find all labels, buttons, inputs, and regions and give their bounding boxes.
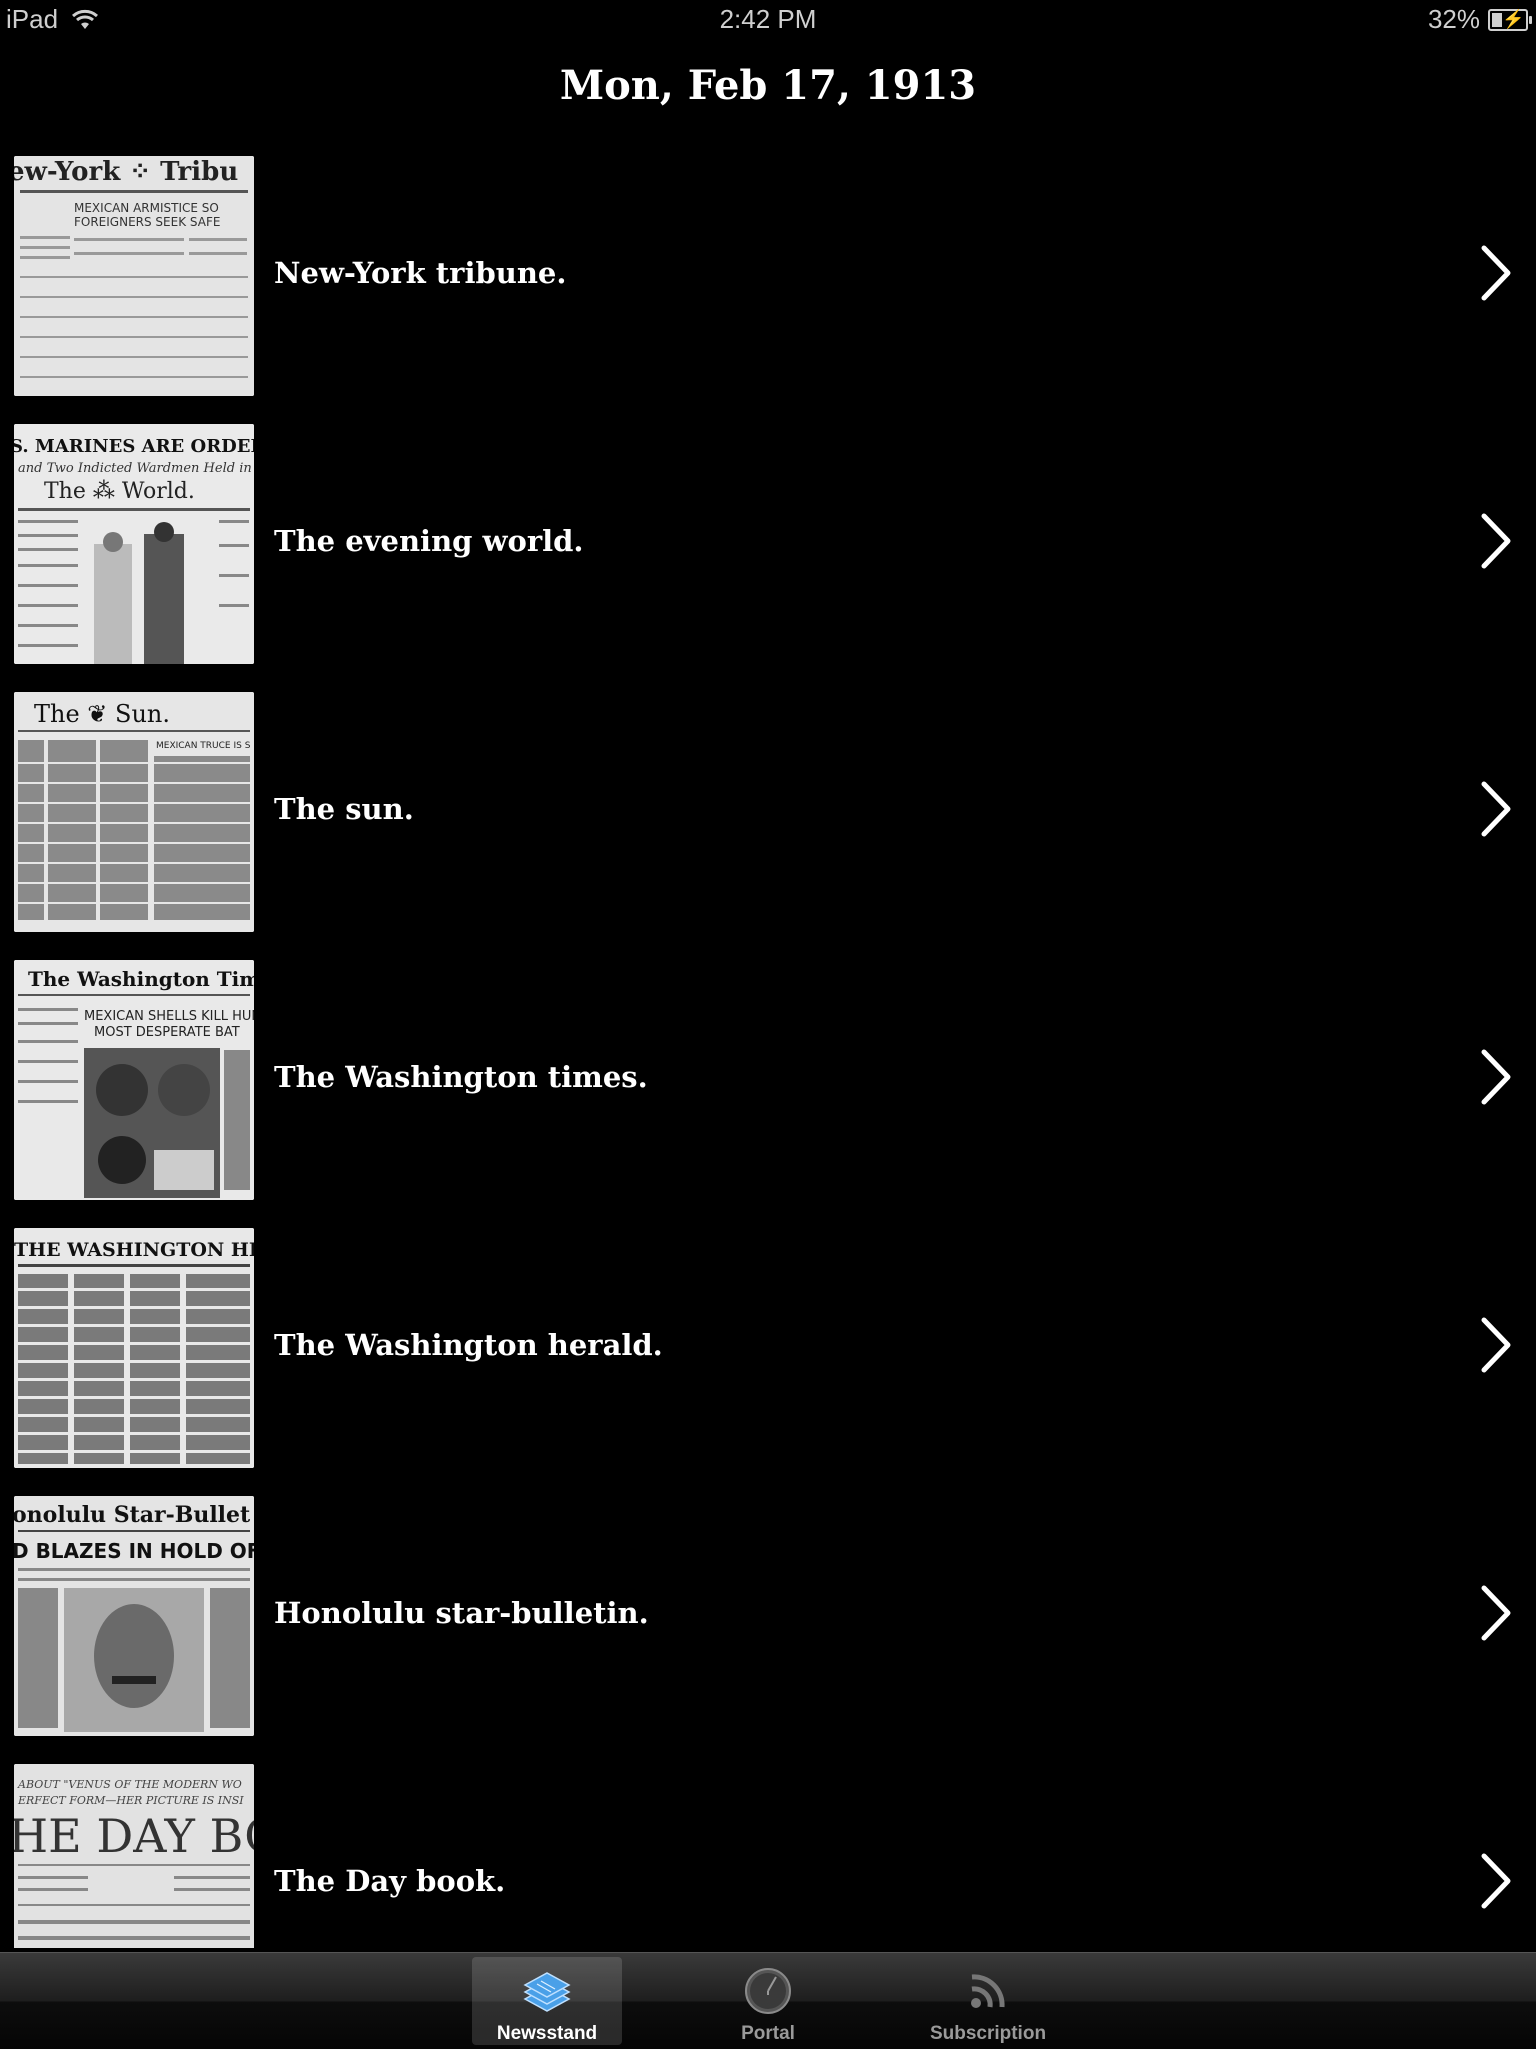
tab-newsstand[interactable]: Newsstand [472,1957,622,2045]
chevron-right-icon [1481,781,1511,837]
tab-label: Newsstand [496,2023,598,2044]
newspaper-thumbnail: ABOUT "VENUS OF THE MODERN WO ERFECT FOR… [14,1764,254,1948]
status-bar: iPad 2:42 PM 32% ⚡ [0,0,1536,40]
svg-text:D BLAZES IN HOLD OF MAU: D BLAZES IN HOLD OF MAU [14,1539,254,1563]
svg-text:onolulu Star-Bullet: onolulu Star-Bullet [14,1502,251,1528]
battery-percent: 32% [1427,4,1480,34]
newspaper-thumbnail: ew-York ⁘ Tribu MEXICAN ARMISTICE SO FOR… [14,156,254,396]
newspaper-row-honolulu-star-bulletin[interactable]: onolulu Star-Bullet D BLAZES IN HOLD OF … [0,1488,1536,1756]
newspaper-row-evening-world[interactable]: S. MARINES ARE ORDERED FOR and Two Indic… [0,416,1536,684]
chevron-right-icon [1481,1317,1511,1373]
newspaper-thumbnail: The ❦ Sun. MEXICAN TRUCE IS S [14,692,254,932]
newspaper-row-new-york-tribune[interactable]: ew-York ⁘ Tribu MEXICAN ARMISTICE SO FOR… [0,148,1536,416]
tab-subscription[interactable]: Subscription [913,1957,1063,2045]
newspaper-row-the-sun[interactable]: The ❦ Sun. MEXICAN TRUCE IS S The sun. [0,684,1536,952]
chevron-right-icon [1481,245,1511,301]
newspaper-thumbnail: onolulu Star-Bullet D BLAZES IN HOLD OF … [14,1496,254,1736]
newspaper-thumbnail: The Washington Times MEXICAN SHELLS KILL… [14,960,254,1200]
status-right: 32% ⚡ [1427,4,1532,35]
battery-icon: ⚡ [1488,8,1532,31]
svg-text:THE WASHINGTON HERALD: THE WASHINGTON HERALD [14,1239,254,1261]
newspaper-row-day-book[interactable]: ABOUT "VENUS OF THE MODERN WO ERFECT FOR… [0,1756,1536,1948]
tab-label: Portal [741,2023,795,2044]
svg-text:HE DAY BOO: HE DAY BOO [14,1809,254,1863]
svg-text:and Two Indicted Wardmen Held: and Two Indicted Wardmen Held in H [18,461,254,476]
chevron-right-icon [1481,1585,1511,1641]
svg-text:ERFECT FORM—HER PICTURE IS INS: ERFECT FORM—HER PICTURE IS INSI [17,1794,244,1807]
newspaper-title: Honolulu star-bulletin. [274,1596,649,1630]
newspaper-title: The Washington herald. [274,1328,663,1362]
newspaper-title: The sun. [274,792,414,826]
newspaper-title: The evening world. [274,524,584,558]
svg-text:MEXICAN ARMISTICE SO: MEXICAN ARMISTICE SO [74,201,219,215]
svg-text:S. MARINES ARE ORDERED FOR: S. MARINES ARE ORDERED FOR [14,436,254,457]
svg-text:The ⁂ World.: The ⁂ World. [44,479,195,504]
newspaper-row-washington-herald[interactable]: THE WASHINGTON HERALD The Washington her [0,1220,1536,1488]
rss-icon [971,1974,1005,2008]
newspaper-thumbnail: S. MARINES ARE ORDERED FOR and Two Indic… [14,424,254,664]
newspaper-thumbnail: THE WASHINGTON HERALD [14,1228,254,1468]
svg-text:MOST DESPERATE BAT: MOST DESPERATE BAT [94,1025,240,1040]
chevron-right-icon [1481,1049,1511,1105]
chevron-right-icon [1481,513,1511,569]
svg-text:MEXICAN SHELLS KILL HUN: MEXICAN SHELLS KILL HUN [84,1009,254,1024]
tab-bar: Newsstand Portal Subscription [0,1952,1536,2049]
newsstand-icon [523,1972,571,2012]
svg-text:The ❦ Sun.: The ❦ Sun. [34,700,170,728]
newspaper-row-washington-times[interactable]: The Washington Times MEXICAN SHELLS KILL… [0,952,1536,1220]
portal-clock-icon [745,1968,791,2014]
page-title: Mon, Feb 17, 1913 [559,62,977,109]
newspaper-title: The Day book. [274,1864,506,1898]
newspaper-list: ew-York ⁘ Tribu MEXICAN ARMISTICE SO FOR… [0,148,1536,1948]
status-time: 2:42 PM [719,4,817,34]
svg-text:The Washington Times: The Washington Times [28,967,254,991]
svg-text:MEXICAN TRUCE IS S: MEXICAN TRUCE IS S [156,741,251,751]
chevron-right-icon [1481,1853,1511,1909]
newspaper-title: The Washington times. [274,1060,648,1094]
tab-portal[interactable]: Portal [693,1957,843,2045]
tab-label: Subscription [929,2023,1047,2044]
svg-text:ew-York ⁘ Tribu: ew-York ⁘ Tribu [14,157,238,187]
newspaper-title: New-York tribune. [274,256,567,290]
svg-text:FOREIGNERS SEEK SAFE: FOREIGNERS SEEK SAFE [74,215,220,229]
svg-text:ABOUT "VENUS OF THE MODERN WO: ABOUT "VENUS OF THE MODERN WO [17,1778,242,1791]
